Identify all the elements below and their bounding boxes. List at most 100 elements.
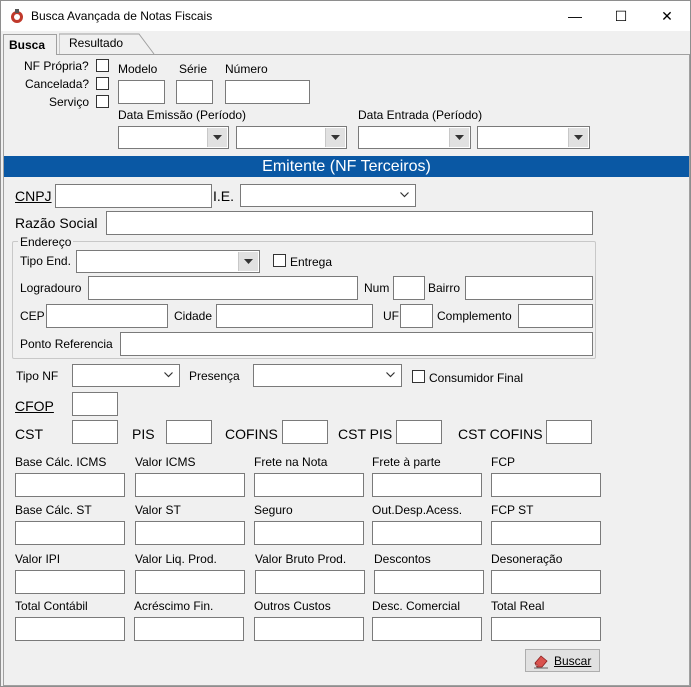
fcp-st-input[interactable] <box>491 521 601 545</box>
uf-label: UF <box>383 309 399 323</box>
cidade-input[interactable] <box>216 304 373 328</box>
data-emissao-inicio-picker[interactable] <box>118 126 229 149</box>
tab-resultado[interactable]: Resultado <box>59 33 155 55</box>
valor-bruto-prod-label: Valor Bruto Prod. <box>255 552 347 566</box>
buscar-button[interactable]: Buscar <box>525 649 600 672</box>
cancelada-label: Cancelada? <box>25 77 90 91</box>
cofins-input[interactable] <box>282 420 328 444</box>
eraser-icon <box>534 655 548 669</box>
num-input[interactable] <box>393 276 425 300</box>
valor-liq-prod-input[interactable] <box>135 570 245 594</box>
data-emissao-fim-picker[interactable] <box>236 126 347 149</box>
base-calc-st-input[interactable] <box>15 521 125 545</box>
data-entrada-fim-picker[interactable] <box>477 126 590 149</box>
ie-select[interactable] <box>240 184 416 207</box>
ponto-referencia-label: Ponto Referencia <box>20 337 113 351</box>
frete-a-parte-label: Frete à parte <box>372 455 441 469</box>
servico-checkbox[interactable] <box>96 95 109 108</box>
chevron-down-icon[interactable] <box>207 128 227 147</box>
num-label: Num <box>364 281 390 295</box>
outros-custos-input[interactable] <box>254 617 364 641</box>
main-window: Busca Avançada de Notas Fiscais — ☐ ✕ Bu… <box>0 0 691 687</box>
frete-na-nota-label: Frete na Nota <box>254 455 328 469</box>
cst-input[interactable] <box>72 420 118 444</box>
servico-label: Serviço <box>49 95 90 109</box>
pis-input[interactable] <box>166 420 212 444</box>
data-entrada-inicio-picker[interactable] <box>358 126 471 149</box>
desc-comercial-label: Desc. Comercial <box>372 599 461 613</box>
chevron-down-icon[interactable] <box>568 128 588 147</box>
consumidor-final-checkbox[interactable] <box>412 370 425 383</box>
emitente-banner: Emitente (NF Terceiros) <box>4 156 689 177</box>
modelo-input[interactable] <box>118 80 165 104</box>
nf-propria-checkbox[interactable] <box>96 59 109 72</box>
valor-st-input[interactable] <box>135 521 245 545</box>
title-bar[interactable]: Busca Avançada de Notas Fiscais — ☐ ✕ <box>1 1 690 31</box>
tipo-nf-select[interactable] <box>72 364 180 387</box>
tab-busca-label: Busca <box>9 38 46 52</box>
chevron-down-icon[interactable] <box>449 128 469 147</box>
cancelada-checkbox[interactable] <box>96 77 109 90</box>
frete-na-nota-input[interactable] <box>254 473 364 497</box>
razao-social-label: Razão Social <box>15 215 98 231</box>
valor-ipi-label: Valor IPI <box>15 552 61 566</box>
app-icon <box>11 9 23 23</box>
seguro-input[interactable] <box>254 521 364 545</box>
modelo-label: Modelo <box>118 62 158 76</box>
cfop-label[interactable]: CFOP <box>15 398 54 414</box>
base-calc-icms-input[interactable] <box>15 473 125 497</box>
acrescimo-fin-input[interactable] <box>134 617 244 641</box>
cst-label: CST <box>15 426 43 442</box>
cofins-label: COFINS <box>225 426 278 442</box>
cst-pis-label: CST PIS <box>338 426 393 442</box>
tipo-end-label: Tipo End. <box>20 254 71 268</box>
cep-input[interactable] <box>46 304 168 328</box>
presenca-select[interactable] <box>253 364 402 387</box>
tab-busca[interactable]: Busca <box>3 34 57 55</box>
out-desp-acess-input[interactable] <box>372 521 482 545</box>
complemento-input[interactable] <box>518 304 593 328</box>
valor-bruto-prod-input[interactable] <box>255 570 365 594</box>
close-icon: ✕ <box>661 8 673 24</box>
numero-input[interactable] <box>225 80 310 104</box>
entrega-checkbox[interactable] <box>273 254 286 267</box>
cnpj-label[interactable]: CNPJ <box>15 188 52 204</box>
cst-pis-input[interactable] <box>396 420 442 444</box>
chevron-down-icon[interactable] <box>238 252 258 271</box>
ponto-referencia-input[interactable] <box>120 332 593 356</box>
total-real-input[interactable] <box>491 617 601 641</box>
valor-st-label: Valor ST <box>135 503 181 517</box>
chevron-down-icon[interactable] <box>325 128 345 147</box>
serie-input[interactable] <box>176 80 213 104</box>
descontos-input[interactable] <box>374 570 484 594</box>
maximize-button[interactable]: ☐ <box>598 1 644 31</box>
frete-a-parte-input[interactable] <box>372 473 482 497</box>
minimize-icon: — <box>568 8 582 24</box>
chevron-down-icon <box>386 372 395 378</box>
nf-propria-label: NF Própria? <box>24 59 89 73</box>
cidade-label: Cidade <box>174 309 213 323</box>
total-contabil-label: Total Contábil <box>15 599 88 613</box>
cfop-input[interactable] <box>72 392 118 416</box>
cst-cofins-input[interactable] <box>546 420 592 444</box>
total-contabil-input[interactable] <box>15 617 125 641</box>
complemento-label: Complemento <box>437 309 512 323</box>
presenca-label: Presença <box>189 369 240 383</box>
tipo-end-select[interactable] <box>76 250 260 273</box>
bairro-input[interactable] <box>465 276 593 300</box>
minimize-button[interactable]: — <box>552 1 598 31</box>
desoneracao-label: Desoneração <box>491 552 563 566</box>
valor-ipi-input[interactable] <box>15 570 125 594</box>
fcp-input[interactable] <box>491 473 601 497</box>
uf-input[interactable] <box>400 304 433 328</box>
desoneracao-input[interactable] <box>491 570 601 594</box>
cnpj-input[interactable] <box>55 184 212 208</box>
consumidor-final-label: Consumidor Final <box>429 371 524 385</box>
logradouro-label: Logradouro <box>20 281 82 295</box>
logradouro-input[interactable] <box>88 276 358 300</box>
maximize-icon: ☐ <box>614 8 628 24</box>
close-button[interactable]: ✕ <box>644 1 690 31</box>
desc-comercial-input[interactable] <box>372 617 482 641</box>
valor-icms-input[interactable] <box>135 473 245 497</box>
razao-social-input[interactable] <box>106 211 593 235</box>
